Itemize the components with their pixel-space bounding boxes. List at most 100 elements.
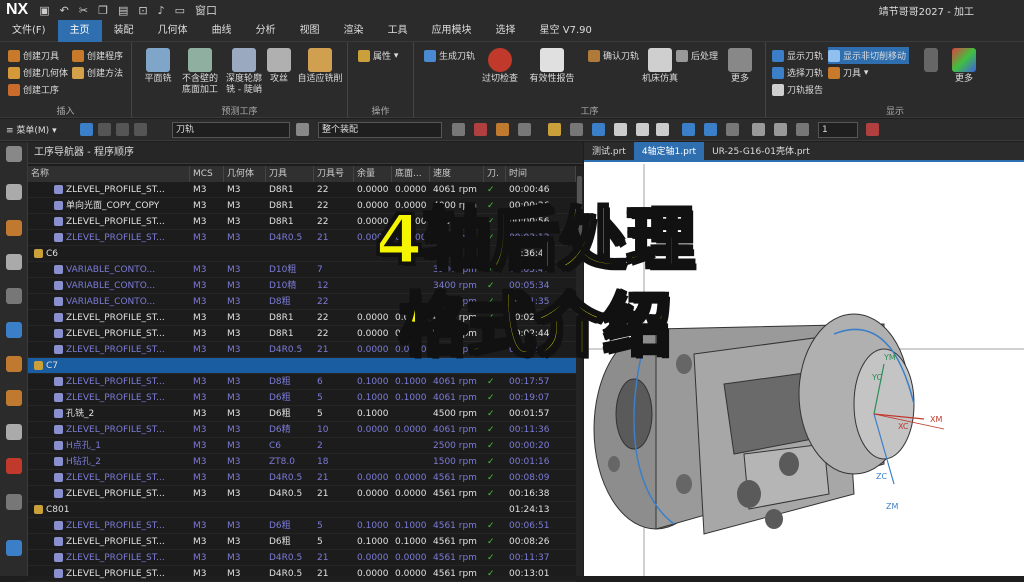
clear-icon[interactable] [866, 123, 879, 136]
operation-row[interactable]: ZLEVEL_PROFILE_ST... M3 M3 D4R0.5 21 0.0000 0.… [28, 230, 576, 246]
scope-select[interactable]: 整个装配 [318, 122, 442, 138]
menu-item[interactable]: 应用模块 [420, 20, 484, 42]
graphics-viewport[interactable]: 测试.prt 4轴定轴1.prt UR-25-G16-01壳体.prt YM YC … [584, 142, 1024, 576]
cube-wire-icon[interactable] [656, 123, 669, 136]
process-more-button[interactable]: 更多 [722, 48, 758, 85]
operation-row[interactable]: ZLEVEL_PROFILE_ST... M3 M3 D8R1 22 0.0000 0.00… [28, 182, 576, 198]
operation-row[interactable]: ZLEVEL_PROFILE_ST... M3 M3 D8R1 22 0.0000 0.00… [28, 310, 576, 326]
create-program-button[interactable]: 创建程序 [72, 47, 123, 64]
sphere-icon[interactable] [774, 123, 787, 136]
operation-row[interactable]: VARIABLE_CONTO... M3 M3 D10精 12 3400 rpm ✓ 00:0… [28, 278, 576, 294]
create-operation-button[interactable]: 创建工序 [8, 81, 68, 98]
cut-icon[interactable]: ✂ [79, 4, 88, 17]
cube-shaded-icon[interactable] [636, 123, 649, 136]
part-navigator-icon[interactable] [6, 184, 22, 200]
machine-sim-button[interactable]: 机床仿真 [632, 48, 688, 85]
program-group-row[interactable]: C801 01:24:13 [28, 502, 576, 518]
operation-row[interactable]: ZLEVEL_PROFILE_ST... M3 M3 D8粗 6 0.1000 0.1000… [28, 374, 576, 390]
filter-icon[interactable] [98, 123, 111, 136]
toolpath-report-button[interactable]: 刀轨报告 [772, 81, 823, 98]
create-geometry-button[interactable]: 创建几何体 [8, 64, 68, 81]
operation-row[interactable]: ZLEVEL_PROFILE_ST... M3 M3 D8R1 22 0.0000 0.00… [28, 214, 576, 230]
type-filter-select[interactable]: 刀轨 [172, 122, 290, 138]
reuse-library-icon[interactable] [6, 424, 22, 440]
face-icon[interactable] [518, 123, 531, 136]
column-header[interactable]: 几何体 [224, 166, 266, 182]
menu-item[interactable]: 视图 [288, 20, 332, 42]
feature-icon[interactable] [6, 356, 22, 372]
tool-display-button[interactable]: 刀具 ▾ [828, 64, 909, 81]
gouge-check-button[interactable]: 过切检查 [478, 48, 522, 85]
operation-row[interactable]: VARIABLE_CONTO... M3 M3 D8粗 22 3400 rpm ✓ 00:11… [28, 294, 576, 310]
show-noncut-button[interactable]: 显示非切削移动 [828, 47, 910, 64]
grid-icon[interactable] [116, 123, 129, 136]
microphone-icon[interactable]: ♪ [158, 4, 165, 17]
operation-row[interactable]: ZLEVEL_PROFILE_ST... M3 M3 D6粗 5 0.1000 0.1000… [28, 518, 576, 534]
machine-navigator-icon[interactable] [6, 322, 22, 338]
operation-row[interactable]: 单向光面_COPY_COPY M3 M3 D8R1 22 0.0000 0.0000 4000… [28, 198, 576, 214]
column-header[interactable]: 刀具 [266, 166, 314, 182]
column-header[interactable]: 名称 [28, 166, 190, 182]
menu-item[interactable]: 渲染 [332, 20, 376, 42]
menu-item[interactable]: 几何体 [146, 20, 200, 42]
select-mode-icon[interactable] [452, 123, 465, 136]
column-header[interactable]: 刀. [484, 166, 506, 182]
operation-row[interactable]: ZLEVEL_PROFILE_ST... M3 M3 D6粗 5 0.1000 0.1000… [28, 534, 576, 550]
menu-item[interactable]: 工具 [376, 20, 420, 42]
select-icon[interactable]: ⊡ [138, 4, 147, 17]
operation-row[interactable]: ZLEVEL_PROFILE_ST... M3 M3 D4R0.5 21 0.0000 0.… [28, 470, 576, 486]
copy-icon[interactable]: ❐ [98, 4, 108, 17]
window-menu[interactable]: 窗口 [195, 2, 217, 18]
edge-icon[interactable] [496, 123, 509, 136]
operation-row[interactable]: ZLEVEL_PROFILE_ST... M3 M3 D4R0.5 21 0.0000 0.… [28, 342, 576, 358]
vertical-scrollbar[interactable] [576, 166, 583, 576]
undo-icon[interactable]: ↶ [60, 4, 69, 17]
window-icon[interactable]: ▭ [175, 4, 185, 17]
select-toolpath-button[interactable]: 选择刀轨 [772, 64, 823, 81]
count-select[interactable]: 1 [818, 122, 858, 138]
point-icon[interactable] [474, 123, 487, 136]
part-tab[interactable]: 测试.prt [584, 142, 634, 160]
column-header[interactable]: 速度 [430, 166, 484, 182]
program-group-row[interactable]: C7 [28, 358, 576, 374]
generate-toolpath-button[interactable]: 生成刀轨 [424, 47, 475, 64]
cube-icon[interactable] [614, 123, 627, 136]
operation-row[interactable]: ZLEVEL_PROFILE_ST... M3 M3 D6精 10 0.0000 0.000… [28, 422, 576, 438]
view-eye-icon[interactable] [704, 123, 717, 136]
properties-button[interactable]: 属性 ▾ [358, 47, 398, 64]
pencil-icon[interactable] [548, 123, 561, 136]
part-model[interactable]: YM YC XC XM ZC ZM [584, 164, 1024, 576]
create-method-button[interactable]: 创建方法 [72, 64, 123, 81]
scroll-thumb[interactable] [577, 176, 582, 256]
validity-report-button[interactable]: 有效性报告 [524, 48, 580, 85]
column-header[interactable]: 刀具号 [314, 166, 354, 182]
operation-row[interactable]: ZLEVEL_PROFILE_ST... M3 M3 D4R0.5 21 0.0000 0.… [28, 486, 576, 502]
operation-row[interactable]: ZLEVEL_PROFILE_ST... M3 M3 D4R0.5 21 0.0000 0.… [28, 566, 576, 582]
measure-icon[interactable] [752, 123, 765, 136]
program-group-row[interactable]: C6 01:36:45 [28, 246, 576, 262]
menu-item[interactable]: 曲线 [200, 20, 244, 42]
save-icon[interactable]: ▣ [39, 4, 49, 17]
planar-mill-button[interactable]: 平面铣 [136, 48, 180, 85]
menu-item[interactable]: 分析 [244, 20, 288, 42]
operation-navigator-icon[interactable] [6, 288, 22, 304]
operation-row[interactable]: H钻孔_2 M3 M3 ZT8.0 18 1500 rpm ✓ 00:01:16 [28, 454, 576, 470]
paste-icon[interactable]: ▤ [118, 4, 128, 17]
menu-item[interactable]: 主页 [57, 19, 102, 42]
hide-icon[interactable] [726, 123, 739, 136]
create-tool-button[interactable]: 创建刀具 [8, 47, 68, 64]
operation-row[interactable]: ZLEVEL_PROFILE_ST... M3 M3 D4R0.5 21 0.0000 0.… [28, 550, 576, 566]
layer-select-icon[interactable] [796, 123, 809, 136]
menu-item[interactable]: 文件(F) [0, 20, 58, 42]
assembly-navigator-icon[interactable] [6, 220, 22, 236]
hamburger-menu[interactable]: ≡ 菜单(M) ▾ [6, 123, 57, 136]
tool-library-icon[interactable] [6, 390, 22, 406]
operation-row[interactable]: VARIABLE_CONTO... M3 M3 D10粗 7 3200 rpm ✓ 00:05… [28, 262, 576, 278]
web-icon[interactable] [6, 540, 22, 556]
gear-icon[interactable] [6, 146, 22, 162]
adaptive-mill-button[interactable]: 自适应铣削 [294, 48, 346, 85]
display-more-button[interactable]: 更多 [946, 48, 982, 85]
part-tab[interactable]: UR-25-G16-01壳体.prt [704, 142, 818, 160]
operation-row[interactable]: ZLEVEL_PROFILE_ST... M3 M3 D8R1 22 0.0000 0.00… [28, 326, 576, 342]
part-tab[interactable]: 4轴定轴1.prt [633, 142, 705, 160]
